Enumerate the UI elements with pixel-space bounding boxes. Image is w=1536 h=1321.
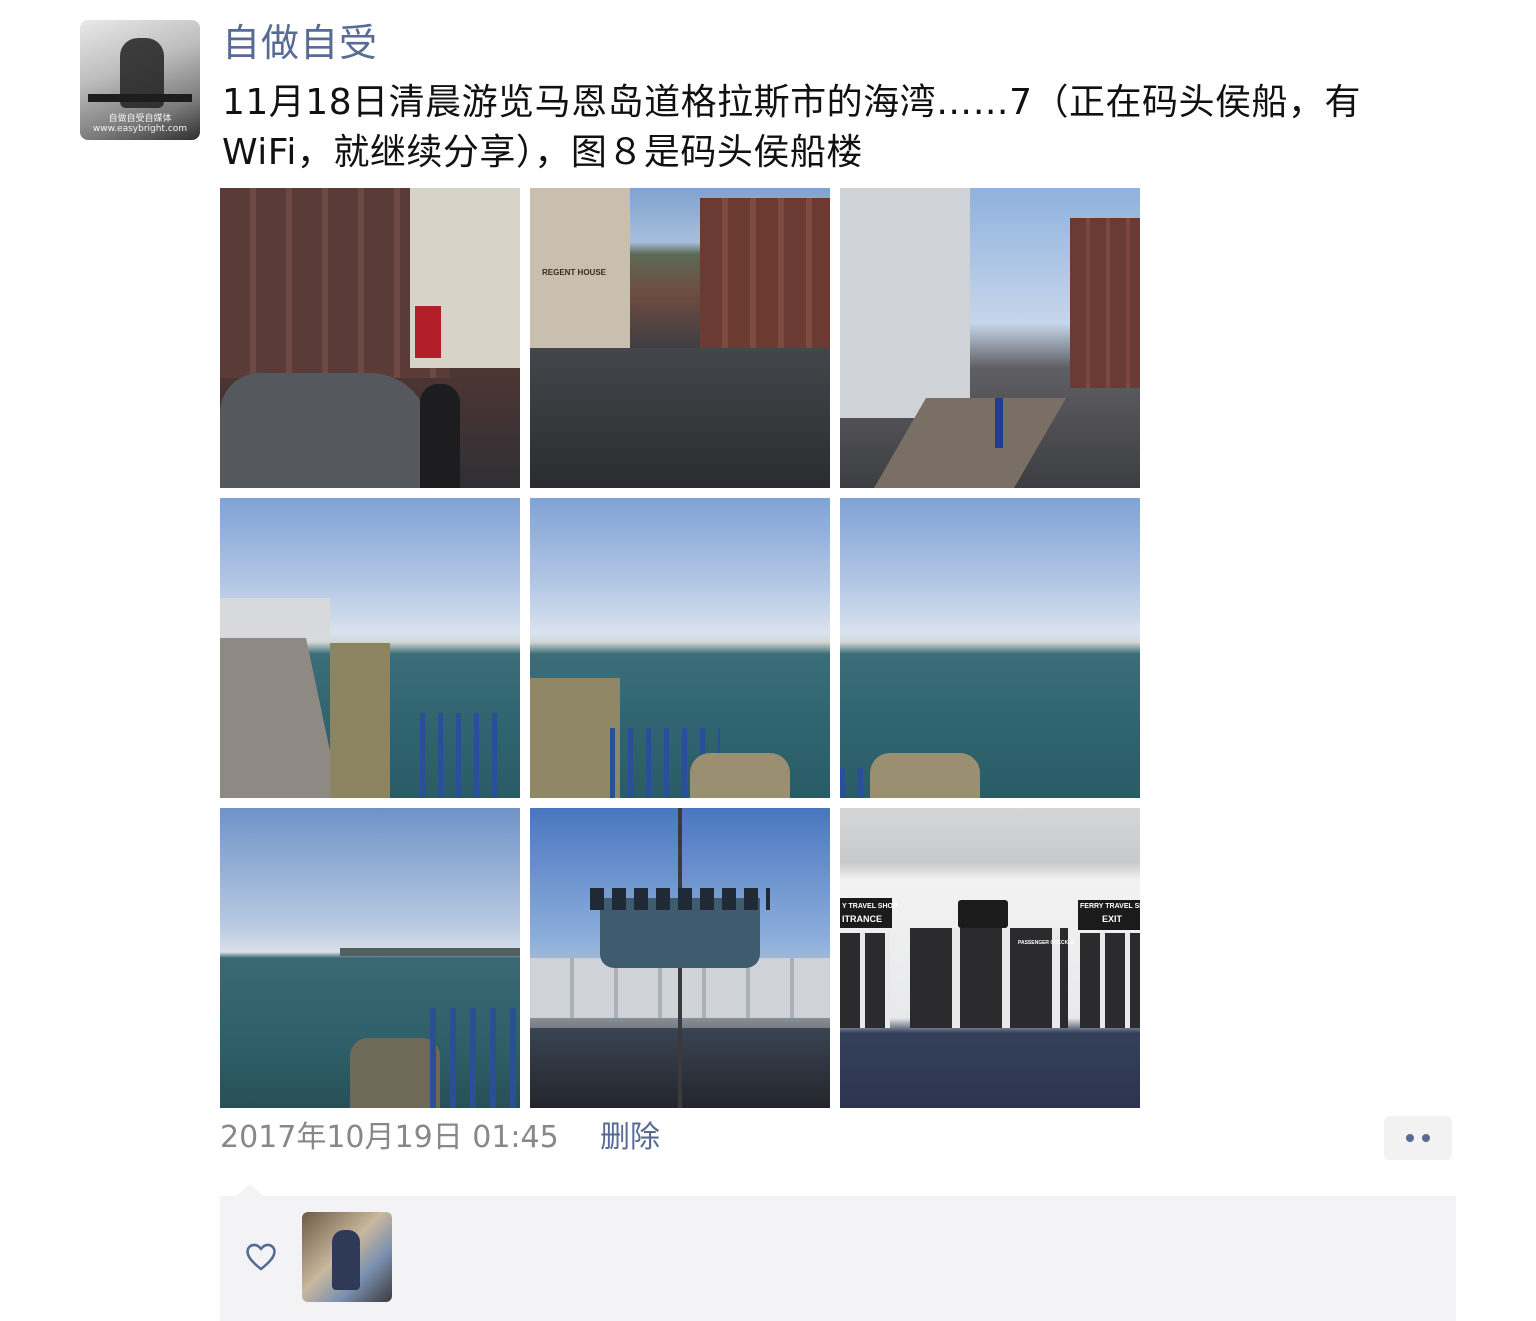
photo-grid: REGENT HOUSE Y TRAVEL SHOP ITRANCE FERRY… (220, 188, 1140, 1108)
liker-avatar[interactable] (302, 1212, 392, 1302)
author-avatar[interactable]: 自做自受自媒体 www.easybright.com (80, 20, 200, 140)
moments-post: 自做自受自媒体 www.easybright.com 自做自受 11月18日清晨… (0, 0, 1536, 1321)
photo-9-sign-left-top: Y TRAVEL SHOP (842, 903, 898, 910)
photo-5[interactable] (530, 498, 830, 798)
photo-7[interactable] (220, 808, 520, 1108)
author-name[interactable]: 自做自受 (222, 18, 378, 68)
photo-1[interactable] (220, 188, 520, 488)
photo-6[interactable] (840, 498, 1140, 798)
photo-9-sign-left: ITRANCE (842, 914, 882, 924)
photo-2[interactable]: REGENT HOUSE (530, 188, 830, 488)
heart-outline-icon (246, 1243, 276, 1271)
post-caption: 11月18日清晨游览马恩岛道格拉斯市的海湾……7（正在码头侯船，有WiFi，就继… (222, 82, 1362, 173)
photo-3[interactable] (840, 188, 1140, 488)
photo-2-sign: REGENT HOUSE (542, 268, 607, 277)
more-button[interactable] (1384, 1116, 1452, 1160)
avatar-bar (88, 94, 192, 102)
photo-9[interactable]: Y TRAVEL SHOP ITRANCE FERRY TRAVEL SHOP … (840, 808, 1140, 1108)
likes-panel-caret (236, 1184, 264, 1196)
delete-button[interactable]: 删除 (600, 1116, 660, 1160)
likes-panel (220, 1196, 1456, 1321)
photo-9-sign-right-top: FERRY TRAVEL SHOP (1080, 903, 1140, 910)
photo-9-sign-center: PASSENGER CHECK-IN (1018, 940, 1075, 946)
photo-4[interactable] (220, 498, 520, 798)
avatar-watermark: 自做自受自媒体 www.easybright.com (92, 114, 188, 134)
post-timestamp: 2017年10月19日 01:45 (220, 1120, 559, 1155)
photo-8[interactable] (530, 808, 830, 1108)
photo-9-sign-right: EXIT (1102, 914, 1123, 924)
